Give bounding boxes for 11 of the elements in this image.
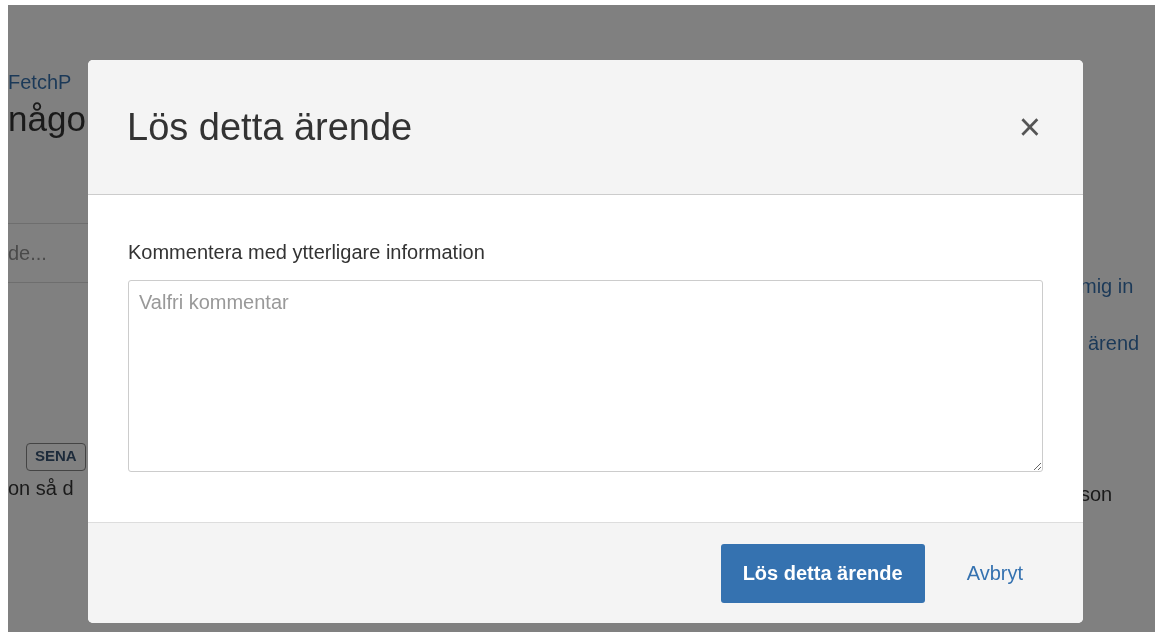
link[interactable]: FetchP bbox=[8, 71, 72, 97]
description-text: on så d bbox=[8, 476, 74, 500]
page-heading: någo bbox=[8, 98, 86, 140]
resolve-button[interactable]: Lös detta ärende bbox=[720, 543, 925, 603]
close-button[interactable]: × bbox=[1016, 105, 1043, 149]
dialog-title: Lös detta ärende bbox=[127, 105, 413, 149]
status-badge: SENA bbox=[26, 443, 86, 471]
cancel-link[interactable]: Avbryt bbox=[966, 561, 1023, 585]
comment-label: Kommentera med ytterligare information bbox=[128, 241, 486, 264]
link[interactable]: ärend bbox=[1088, 332, 1140, 355]
comment-field[interactable]: Valfri kommentar bbox=[128, 280, 1043, 472]
